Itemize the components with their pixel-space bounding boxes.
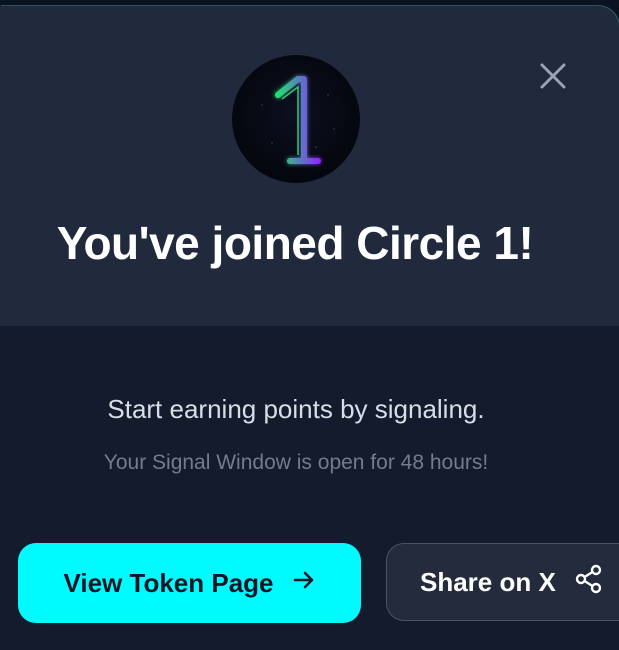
signal-window-note: Your Signal Window is open for 48 hours! xyxy=(103,451,489,474)
join-circle-modal: You've joined Circle 1! Start earning po… xyxy=(0,6,619,650)
view-token-page-button[interactable]: View Token Page xyxy=(18,543,361,623)
modal-header: You've joined Circle 1! xyxy=(0,6,619,326)
share-on-x-label: Share on X xyxy=(420,566,556,597)
share-on-x-button[interactable]: Share on X xyxy=(386,543,619,621)
arrow-right-icon xyxy=(292,568,316,599)
view-token-page-label: View Token Page xyxy=(63,567,274,598)
modal-title: You've joined Circle 1! xyxy=(56,217,534,269)
circle-one-badge-icon xyxy=(232,55,360,183)
close-button[interactable] xyxy=(537,60,569,92)
close-icon xyxy=(540,63,566,89)
modal-subtitle: Start earning points by signaling. xyxy=(107,394,485,424)
share-icon xyxy=(574,564,604,601)
